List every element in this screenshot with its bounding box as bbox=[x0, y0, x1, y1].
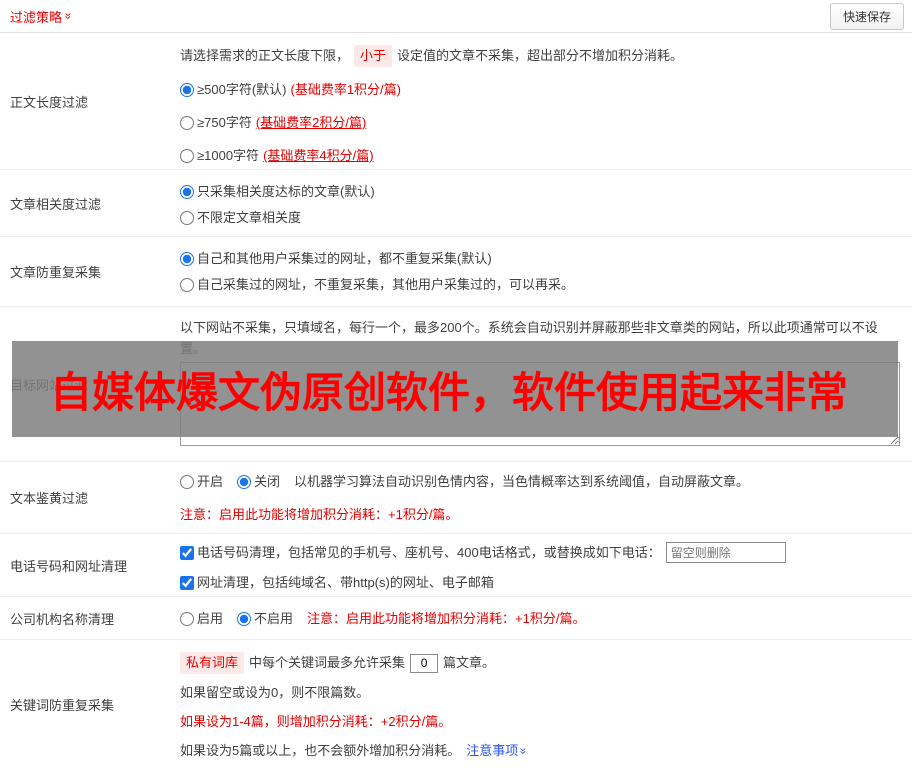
radio-company-disable[interactable] bbox=[237, 612, 252, 626]
chevron-double-down-icon[interactable]: » bbox=[517, 748, 531, 755]
keyword-note-5plus-text: 如果设为5篇或以上，也不会额外增加积分消耗。 bbox=[180, 743, 461, 758]
option-text: ≥500字符(默认) bbox=[197, 82, 287, 97]
radio-option-750-chars[interactable]: ≥750字符 (基础费率2积分/篇) bbox=[180, 113, 900, 133]
option-text: 开启 bbox=[197, 474, 224, 489]
radio-dedup-self-only[interactable] bbox=[180, 278, 194, 292]
row-label-porn-filter: 文本鉴黄过滤 bbox=[10, 491, 89, 506]
radio-porn-off[interactable] bbox=[237, 475, 252, 489]
porn-filter-options: 开启 关闭 以机器学习算法自动识别色情内容，当色情概率达到系统阈值，自动屏蔽文章… bbox=[180, 472, 900, 492]
row-label-phone-url: 电话号码和网址清理 bbox=[10, 558, 128, 574]
notes-link[interactable]: 注意事项 bbox=[466, 741, 518, 761]
row-dedup-collection: 文章防重复采集 自己和其他用户采集过的网址，都不重复采集(默认) 自己采集过的网… bbox=[0, 237, 912, 307]
keyword-limit-text: 中每个关键词最多允许采集 bbox=[249, 655, 406, 670]
radio-relevance-any[interactable] bbox=[180, 211, 194, 225]
less-than-highlight: 小于 bbox=[354, 45, 393, 67]
checkbox-phone-cleanup[interactable] bbox=[180, 545, 194, 560]
watermark-banner: 自媒体爆文伪原创软件，软件使用起来非常 bbox=[12, 341, 898, 437]
quick-save-button[interactable]: 快速保存 bbox=[829, 2, 904, 30]
row-content: 私有词库 中每个关键词最多允许采集 篇文章。 如果留空或设为0，则不限篇数。 如… bbox=[170, 640, 912, 768]
radio-option-1000-chars[interactable]: ≥1000字符 (基础费率4积分/篇) bbox=[180, 146, 900, 166]
option-text: 电话号码清理，包括常见的手机号、座机号、400电话格式，或替换成如下电话： bbox=[197, 544, 661, 560]
radio-1000-chars[interactable] bbox=[180, 149, 194, 163]
watermark-text: 自媒体爆文伪原创软件，软件使用起来非常 bbox=[50, 368, 849, 416]
option-text: 不限定文章相关度 bbox=[197, 210, 302, 225]
checkbox-option-phone-cleanup[interactable]: 电话号码清理，包括常见的手机号、座机号、400电话格式，或替换成如下电话： bbox=[180, 543, 661, 563]
row-phone-url-cleanup: 电话号码和网址清理 电话号码清理，包括常见的手机号、座机号、400电话格式，或替… bbox=[0, 534, 912, 597]
keyword-limit-suffix: 篇文章。 bbox=[443, 655, 496, 670]
row-content: 开启 关闭 以机器学习算法自动识别色情内容，当色情概率达到系统阈值，自动屏蔽文章… bbox=[170, 462, 912, 533]
body-length-intro: 请选择需求的正文长度下限， 小于 设定值的文章不采集，超出部分不增加积分消耗。 bbox=[180, 45, 900, 67]
option-text: ≥1000字符 bbox=[197, 148, 260, 163]
keyword-note-zero: 如果留空或设为0，则不限篇数。 bbox=[180, 685, 370, 700]
radio-dedup-all-users[interactable] bbox=[180, 252, 194, 266]
row-label-dedup: 文章防重复采集 bbox=[10, 265, 102, 280]
intro-pre-text: 请选择需求的正文长度下限， bbox=[180, 48, 350, 63]
option-text: 自己和其他用户采集过的网址，都不重复采集(默认) bbox=[197, 251, 492, 266]
row-relevance-filter: 文章相关度过滤 只采集相关度达标的文章(默认) 不限定文章相关度 bbox=[0, 170, 912, 237]
radio-option-company-disable[interactable]: 不启用 bbox=[237, 609, 293, 629]
option-text: 不启用 bbox=[254, 611, 294, 626]
keyword-note-1-4: 如果设为1-4篇，则增加积分消耗：+2积分/篇。 bbox=[180, 714, 452, 729]
row-porn-filter: 文本鉴黄过滤 开启 关闭 以机器学习算法自动识别色情内容，当色情概率达到系统阈值… bbox=[0, 462, 912, 534]
radio-option-dedup-self-only[interactable]: 自己采集过的网址，不重复采集，其他用户采集过的，可以再采。 bbox=[180, 275, 900, 295]
row-keyword-dedup: 关键词防重复采集 私有词库 中每个关键词最多允许采集 篇文章。 如果留空或设为0… bbox=[0, 640, 912, 768]
radio-option-relevance-any[interactable]: 不限定文章相关度 bbox=[180, 208, 900, 228]
keyword-note-5plus: 如果设为5篇或以上，也不会额外增加积分消耗。 注意事项 » bbox=[180, 741, 900, 761]
option-text: 只采集相关度达标的文章(默认) bbox=[197, 184, 375, 199]
radio-500-chars[interactable] bbox=[180, 83, 194, 97]
page-title: 过滤策略 bbox=[10, 9, 63, 25]
row-content: 启用 不启用 注意：启用此功能将增加积分消耗：+1积分/篇。 bbox=[170, 597, 912, 639]
filter-settings-page: 过滤策略 » 快速保存 正文长度过滤 请选择需求的正文长度下限， 小于 设定值的… bbox=[0, 0, 912, 768]
radio-option-500-chars[interactable]: ≥500字符(默认) (基础费率1积分/篇) bbox=[180, 80, 900, 100]
porn-filter-cost-note: 注意：启用此功能将增加积分消耗：+1积分/篇。 bbox=[180, 507, 459, 522]
option-fee-note: (基础费率2积分/篇) bbox=[255, 115, 367, 130]
company-cost-note: 注意：启用此功能将增加积分消耗：+1积分/篇。 bbox=[307, 611, 586, 626]
radio-relevance-strict[interactable] bbox=[180, 185, 194, 199]
option-text: 网址清理，包括纯域名、带http(s)的网址、电子邮箱 bbox=[197, 575, 494, 590]
chevron-double-down-icon: » bbox=[61, 12, 76, 20]
option-text: ≥750字符 bbox=[197, 115, 252, 130]
keyword-count-input[interactable] bbox=[410, 653, 439, 673]
radio-option-porn-on[interactable]: 开启 bbox=[180, 472, 223, 492]
intro-post-text: 设定值的文章不采集，超出部分不增加积分消耗。 bbox=[397, 48, 684, 63]
radio-option-dedup-all-users[interactable]: 自己和其他用户采集过的网址，都不重复采集(默认) bbox=[180, 249, 900, 269]
option-text: 自己采集过的网址，不重复采集，其他用户采集过的，可以再采。 bbox=[197, 277, 575, 292]
page-header: 过滤策略 » 快速保存 bbox=[0, 0, 912, 33]
company-cleanup-options: 启用 不启用 注意：启用此功能将增加积分消耗：+1积分/篇。 bbox=[180, 609, 900, 629]
row-label-company: 公司机构名称清理 bbox=[10, 611, 115, 627]
radio-750-chars[interactable] bbox=[180, 116, 194, 130]
row-label-relevance: 文章相关度过滤 bbox=[10, 196, 102, 212]
option-text: 启用 bbox=[197, 611, 224, 626]
radio-option-relevance-strict[interactable]: 只采集相关度达标的文章(默认) bbox=[180, 182, 900, 202]
radio-porn-on[interactable] bbox=[180, 475, 194, 489]
private-lexicon-highlight: 私有词库 bbox=[180, 652, 245, 674]
option-fee-note: (基础费率4积分/篇) bbox=[263, 148, 374, 163]
radio-option-porn-off[interactable]: 关闭 bbox=[237, 472, 280, 492]
row-content: 只采集相关度达标的文章(默认) 不限定文章相关度 bbox=[170, 170, 912, 236]
row-company-name-cleanup: 公司机构名称清理 启用 不启用 注意：启用此功能将增加积分消耗：+1积分/篇。 bbox=[0, 597, 912, 640]
replacement-phone-input[interactable] bbox=[665, 542, 786, 563]
checkbox-option-url-cleanup[interactable]: 网址清理，包括纯域名、带http(s)的网址、电子邮箱 bbox=[180, 573, 900, 593]
row-body-length-filter: 正文长度过滤 请选择需求的正文长度下限， 小于 设定值的文章不采集，超出部分不增… bbox=[0, 33, 912, 170]
option-text: 关闭 bbox=[254, 474, 281, 489]
porn-filter-description: 以机器学习算法自动识别色情内容，当色情概率达到系统阈值，自动屏蔽文章。 bbox=[294, 474, 750, 489]
radio-option-company-enable[interactable]: 启用 bbox=[180, 609, 223, 629]
keyword-limit-line: 私有词库 中每个关键词最多允许采集 篇文章。 bbox=[180, 652, 900, 674]
row-content: 电话号码清理，包括常见的手机号、座机号、400电话格式，或替换成如下电话： 网址… bbox=[170, 534, 912, 596]
filter-strategy-toggle[interactable]: 过滤策略 » bbox=[10, 7, 76, 26]
option-fee-note: (基础费率1积分/篇) bbox=[290, 82, 401, 97]
row-content: 自己和其他用户采集过的网址，都不重复采集(默认) 自己采集过的网址，不重复采集，… bbox=[170, 237, 912, 306]
row-label-keyword: 关键词防重复采集 bbox=[10, 697, 115, 713]
row-label-body-length: 正文长度过滤 bbox=[10, 94, 89, 110]
row-content: 请选择需求的正文长度下限， 小于 设定值的文章不采集，超出部分不增加积分消耗。 … bbox=[170, 33, 912, 169]
phone-cleanup-line: 电话号码清理，包括常见的手机号、座机号、400电话格式，或替换成如下电话： bbox=[180, 542, 900, 563]
checkbox-url-cleanup[interactable] bbox=[180, 576, 194, 590]
radio-company-enable[interactable] bbox=[180, 612, 194, 626]
